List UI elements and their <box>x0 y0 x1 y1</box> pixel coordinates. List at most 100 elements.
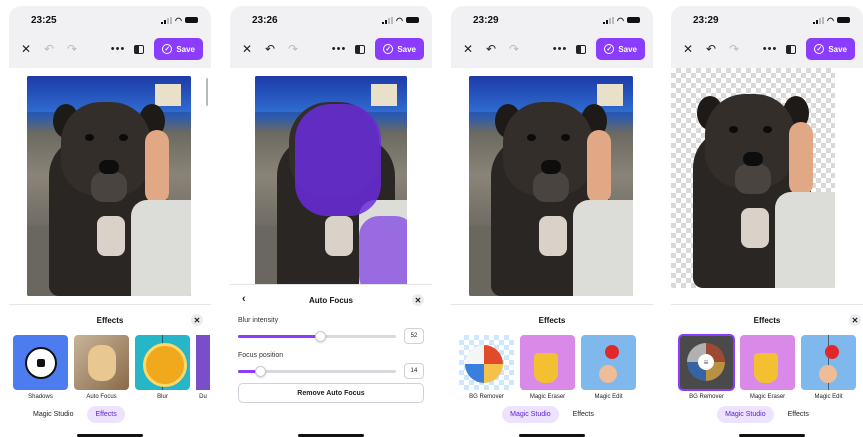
close-panel-icon[interactable]: ✕ <box>191 314 203 326</box>
redo-icon[interactable]: ↷ <box>507 42 521 56</box>
remove-auto-focus-button[interactable]: Remove Auto Focus <box>238 383 424 403</box>
status-time: 23:25 <box>31 14 57 26</box>
sleeve <box>775 192 835 288</box>
panel-header: ‹ Auto Focus ✕ <box>230 285 432 315</box>
signal-icon <box>161 16 173 24</box>
effect-label: Shadows <box>28 394 53 400</box>
dog-photo[interactable] <box>469 76 633 296</box>
screenshot-stage: 23:25 ◠ ✕ ↶ ↷ ••• ✓ Save Effects ✕ Shado… <box>0 0 863 437</box>
more-icon[interactable]: ••• <box>553 43 568 55</box>
tab-effects[interactable]: Effects <box>565 406 602 423</box>
redo-icon[interactable]: ↷ <box>727 42 741 56</box>
undo-icon[interactable]: ↶ <box>484 42 498 56</box>
bg-remover-thumbnail-selected: ≡ <box>678 334 735 391</box>
divider <box>828 335 829 390</box>
undo-icon[interactable]: ↶ <box>704 42 718 56</box>
compare-icon[interactable] <box>355 44 366 54</box>
dog-nose <box>541 160 561 174</box>
back-icon[interactable]: ‹ <box>242 293 246 305</box>
more-icon[interactable]: ••• <box>111 43 126 55</box>
editor-toolbar: ✕ ↶ ↷ ••• ✓ Save <box>9 36 211 62</box>
effect-auto-focus[interactable]: Auto Focus <box>74 335 129 400</box>
blur-intensity-value[interactable]: 52 <box>404 328 424 344</box>
effects-list: BG Remover Magic Eraser Magic Edit <box>451 335 653 400</box>
save-button[interactable]: ✓ Save <box>375 38 424 60</box>
dog-photo[interactable] <box>27 76 191 296</box>
status-icons: ◠ <box>813 16 850 25</box>
undo-icon[interactable]: ↶ <box>42 42 56 56</box>
scrollbar[interactable] <box>206 78 208 106</box>
phone-screen-3: 23:29 ◠ ✕ ↶ ↷ ••• ✓ Save Effects BG Remo… <box>451 6 653 437</box>
wifi-icon: ◠ <box>396 15 403 25</box>
effect-label: Du <box>199 394 207 400</box>
effect-shadows[interactable]: Shadows <box>13 335 68 400</box>
status-time: 23:29 <box>693 14 719 26</box>
effects-panel: Effects ✕ Shadows Auto Focus Blur Du Mag… <box>9 304 211 437</box>
effect-bg-remover[interactable]: ≡ BG Remover <box>678 334 735 400</box>
battery-icon <box>406 17 419 23</box>
dog-photo-focus-mask[interactable] <box>255 76 407 296</box>
close-icon[interactable]: ✕ <box>461 42 475 56</box>
effect-duotone[interactable]: Du <box>196 335 210 400</box>
sleeve <box>131 200 191 296</box>
effect-blur[interactable]: Blur <box>135 335 190 400</box>
tab-effects[interactable]: Effects <box>780 406 817 423</box>
focus-position-label: Focus position <box>238 352 284 359</box>
compare-icon[interactable] <box>134 44 145 54</box>
effect-magic-eraser[interactable]: Magic Eraser <box>520 335 575 400</box>
effect-magic-eraser[interactable]: Magic Eraser <box>740 335 795 400</box>
close-icon[interactable]: ✕ <box>240 42 254 56</box>
bg-remover-thumbnail <box>459 335 514 390</box>
status-time: 23:29 <box>473 14 499 26</box>
compare-icon[interactable] <box>576 44 587 54</box>
slider-knob[interactable] <box>315 330 327 342</box>
status-bar: 23:26 ◠ <box>230 6 432 34</box>
tab-magic-studio[interactable]: Magic Studio <box>502 406 559 423</box>
wifi-icon: ◠ <box>175 15 182 25</box>
panel-tabs: Magic Studio Effects <box>9 406 211 423</box>
status-bar: 23:29 ◠ <box>451 6 653 34</box>
status-bar: 23:29 ◠ <box>671 6 863 34</box>
save-button[interactable]: ✓ Save <box>806 38 855 60</box>
save-label: Save <box>176 44 195 54</box>
effect-bg-remover[interactable]: BG Remover <box>459 335 514 400</box>
save-button[interactable]: ✓ Save <box>596 38 645 60</box>
panel-header: Effects <box>451 305 653 335</box>
magic-edit-thumbnail <box>801 335 856 390</box>
status-icons: ◠ <box>382 16 419 25</box>
close-panel-icon[interactable]: ✕ <box>849 314 861 326</box>
tab-magic-studio[interactable]: Magic Studio <box>25 406 81 423</box>
tab-magic-studio[interactable]: Magic Studio <box>717 406 774 423</box>
dog-eye <box>119 134 128 141</box>
adjust-icon: ≡ <box>698 354 714 370</box>
editor-toolbar: ✕ ↶ ↷ ••• ✓ Save <box>451 36 653 62</box>
close-icon[interactable]: ✕ <box>19 42 33 56</box>
focus-mask-overlay <box>295 104 381 216</box>
effect-magic-edit[interactable]: Magic Edit <box>801 335 856 400</box>
focus-position-value[interactable]: 14 <box>404 363 424 379</box>
blur-intensity-slider[interactable] <box>238 330 396 342</box>
tab-effects[interactable]: Effects <box>87 406 125 423</box>
auto-focus-panel: ‹ Auto Focus ✕ Blur intensity 52 Focus p… <box>230 284 432 437</box>
more-icon[interactable]: ••• <box>332 43 347 55</box>
wifi-icon: ◠ <box>617 15 624 25</box>
more-icon[interactable]: ••• <box>763 43 778 55</box>
effects-panel: Effects BG Remover Magic Eraser Magic Ed… <box>451 304 653 437</box>
panel-title: Effects <box>96 315 124 325</box>
save-button[interactable]: ✓ Save <box>154 38 203 60</box>
compare-icon[interactable] <box>786 44 797 54</box>
effect-magic-edit[interactable]: Magic Edit <box>581 335 636 400</box>
redo-icon[interactable]: ↷ <box>286 42 300 56</box>
blur-intensity-row: 52 <box>238 328 424 344</box>
close-panel-icon[interactable]: ✕ <box>412 294 424 306</box>
focus-position-slider[interactable] <box>238 365 396 377</box>
blur-thumbnail <box>135 335 190 390</box>
redo-icon[interactable]: ↷ <box>65 42 79 56</box>
soccer-ball-icon <box>25 347 57 379</box>
undo-icon[interactable]: ↶ <box>263 42 277 56</box>
close-icon[interactable]: ✕ <box>681 42 695 56</box>
slider-knob[interactable] <box>255 365 267 377</box>
effect-label: Magic Edit <box>814 394 843 400</box>
save-label: Save <box>618 44 637 54</box>
dog-photo-bg-removed[interactable] <box>671 68 835 288</box>
